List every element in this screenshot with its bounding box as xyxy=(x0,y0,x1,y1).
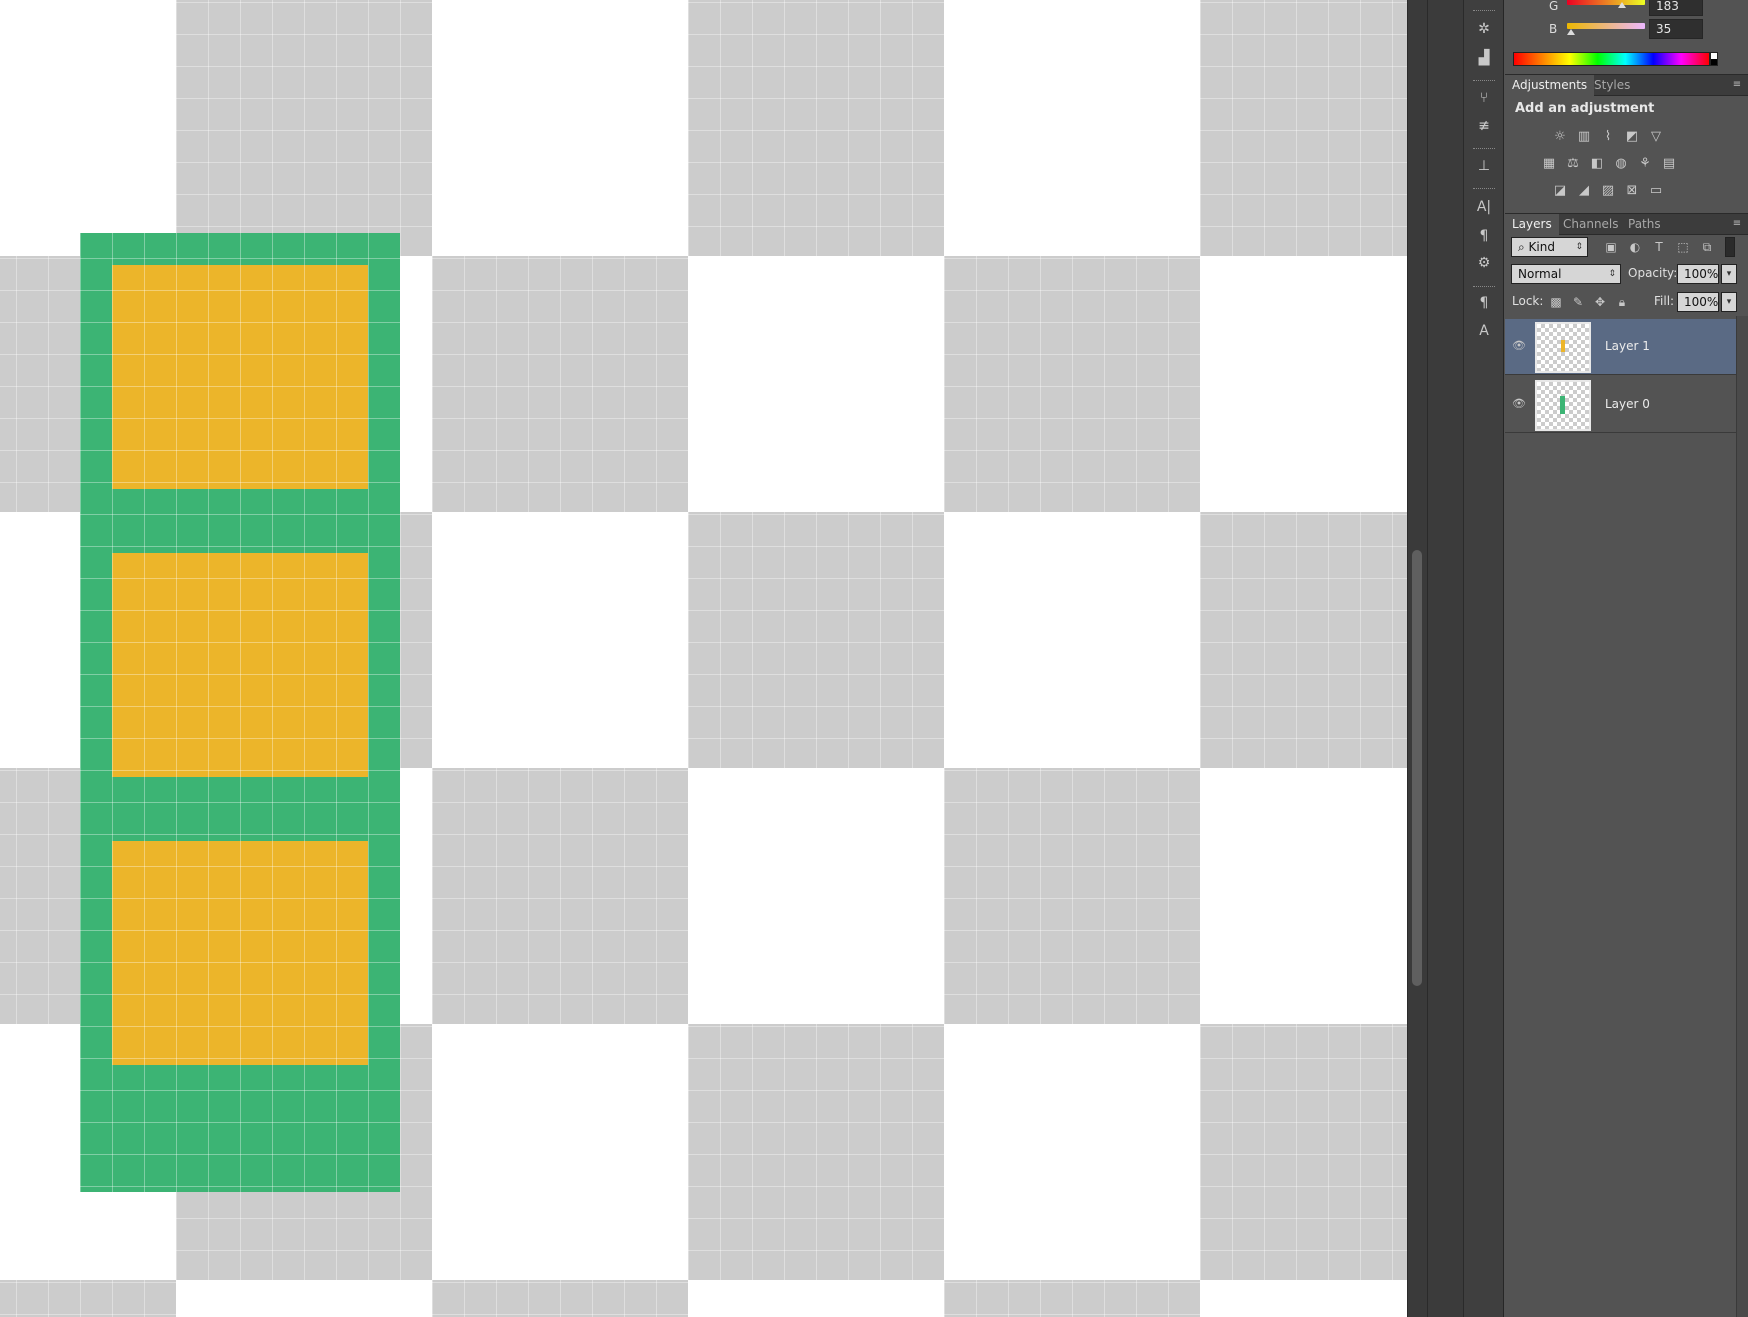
filter-type-layers-icon[interactable]: T xyxy=(1651,239,1667,255)
histogram-icon[interactable]: ▟ xyxy=(1472,47,1496,69)
navigator-icon[interactable]: ✲ xyxy=(1472,18,1496,40)
lock-label: Lock: xyxy=(1512,294,1544,308)
color-g-label: G xyxy=(1549,0,1559,13)
gradient-map-icon[interactable]: ▭ xyxy=(1647,182,1665,200)
layer-1-thumb-content xyxy=(1561,340,1565,352)
lock-image-pixels-icon[interactable]: ✎ xyxy=(1570,294,1586,310)
layer-name[interactable]: Layer 1 xyxy=(1605,339,1650,353)
canvas-scroll-thumb[interactable] xyxy=(1412,550,1422,986)
invert-icon[interactable]: ◪ xyxy=(1551,182,1569,200)
iconbar-grip[interactable] xyxy=(1473,80,1495,83)
layers-tabbar: Layers Channels Paths ≡ xyxy=(1505,213,1748,235)
lock-transparent-pixels-icon[interactable]: ▩ xyxy=(1548,294,1564,310)
opacity-field[interactable]: 100% xyxy=(1677,264,1719,284)
tab-adjustments[interactable]: Adjustments xyxy=(1505,75,1595,96)
opacity-label: Opacity: xyxy=(1628,266,1678,280)
yellow-block-middle xyxy=(112,553,368,777)
layer-filter-kind-select[interactable]: ⌕ Kind ⇕ xyxy=(1511,237,1588,257)
right-panel-dock: G 183 B 35 Adjustments Styles ≡ Add an a… xyxy=(1505,0,1748,1317)
visibility-eye-icon[interactable]: 👁︎ xyxy=(1511,397,1527,411)
fill-dropdown-button[interactable]: ▾ xyxy=(1721,292,1737,312)
curves-icon[interactable]: ⌇ xyxy=(1599,128,1617,146)
fill-label: Fill: xyxy=(1654,294,1675,308)
blend-mode-value: Normal xyxy=(1518,267,1562,281)
color-g-slider[interactable] xyxy=(1567,0,1645,5)
vibrance-icon[interactable]: ▽ xyxy=(1647,128,1665,146)
layer-thumbnail xyxy=(1535,322,1591,373)
color-b-slider-thumb[interactable] xyxy=(1567,29,1575,35)
canvas-vertical-scrollbar[interactable] xyxy=(1407,0,1427,1317)
color-spectrum-ramp[interactable] xyxy=(1513,52,1710,66)
color-lookup-icon[interactable]: ▤ xyxy=(1660,155,1678,173)
yellow-block-top xyxy=(112,265,368,489)
selective-color-icon[interactable]: ⊠ xyxy=(1623,182,1641,200)
paragraph-icon[interactable]: ¶ xyxy=(1472,225,1496,247)
blend-mode-select[interactable]: Normal ⇕ xyxy=(1511,264,1621,284)
lock-position-icon[interactable]: ✥ xyxy=(1592,294,1608,310)
iconbar-grip[interactable] xyxy=(1473,148,1495,151)
filter-pixel-layers-icon[interactable]: ▣ xyxy=(1603,239,1619,255)
stepper-arrows-icon: ⇕ xyxy=(1575,242,1583,252)
iconbar-grip[interactable] xyxy=(1473,286,1495,289)
clone-source-icon[interactable]: ⊥ xyxy=(1472,155,1496,177)
color-black-white-ramp[interactable] xyxy=(1710,52,1718,66)
posterize-icon[interactable]: ◢ xyxy=(1575,182,1593,200)
layers-panel-scrollbar[interactable] xyxy=(1736,316,1748,1317)
channel-mixer-icon[interactable]: ⚘ xyxy=(1636,155,1654,173)
levels-icon[interactable]: ▥ xyxy=(1575,128,1593,146)
color-g-field[interactable]: 183 xyxy=(1649,0,1703,16)
search-icon: ⌕ xyxy=(1518,240,1529,254)
color-b-label: B xyxy=(1549,22,1558,36)
document-canvas[interactable] xyxy=(0,0,1407,1317)
filter-kind-value: Kind xyxy=(1528,240,1555,254)
photo-filter-icon[interactable]: ◍ xyxy=(1612,155,1630,173)
layer-row-layer-1[interactable]: 👁︎ Layer 1 xyxy=(1505,319,1736,375)
brushes-icon[interactable]: ⑂ xyxy=(1472,87,1496,109)
character-icon[interactable]: A| xyxy=(1472,196,1496,218)
layer-thumbnail xyxy=(1535,380,1591,431)
adjustments-tabbar: Adjustments Styles ≡ xyxy=(1505,74,1748,96)
yellow-block-bottom xyxy=(112,841,368,1065)
threshold-icon[interactable]: ▨ xyxy=(1599,182,1617,200)
filter-smart-objects-icon[interactable]: ⧉ xyxy=(1699,239,1715,255)
panel-dock-gutter xyxy=(1427,0,1464,1317)
tab-layers[interactable]: Layers xyxy=(1505,214,1559,235)
layer-row-layer-0[interactable]: 👁︎ Layer 0 xyxy=(1505,377,1736,433)
panel-menu-icon[interactable]: ≡ xyxy=(1730,79,1744,91)
stepper-arrows-icon: ⇕ xyxy=(1608,269,1616,279)
layer-0-thumb-content xyxy=(1560,396,1565,414)
character-styles-icon[interactable]: A xyxy=(1472,320,1496,342)
black-white-icon[interactable]: ◧ xyxy=(1588,155,1606,173)
color-g-slider-thumb[interactable] xyxy=(1618,2,1626,8)
iconbar-grip[interactable] xyxy=(1473,188,1495,191)
brush-presets-icon[interactable]: ≢ xyxy=(1472,115,1496,137)
tool-presets-icon[interactable]: ⚙ xyxy=(1472,252,1496,274)
brightness-contrast-icon[interactable]: ☼ xyxy=(1551,128,1569,146)
adjustments-heading: Add an adjustment xyxy=(1515,101,1655,116)
tab-paths[interactable]: Paths xyxy=(1621,214,1668,235)
layer-name[interactable]: Layer 0 xyxy=(1605,397,1650,411)
hue-saturation-icon[interactable]: ▦ xyxy=(1540,155,1558,173)
lock-all-icon[interactable]: 🔒︎ xyxy=(1614,294,1630,310)
filter-toggle-switch[interactable] xyxy=(1725,237,1735,257)
layers-panel-menu-icon[interactable]: ≡ xyxy=(1730,218,1744,230)
filter-adjustment-layers-icon[interactable]: ◐ xyxy=(1627,239,1643,255)
tab-channels[interactable]: Channels xyxy=(1556,214,1626,235)
filter-shape-layers-icon[interactable]: ⬚ xyxy=(1675,239,1691,255)
fill-field[interactable]: 100% xyxy=(1677,292,1719,312)
color-balance-icon[interactable]: ⚖ xyxy=(1564,155,1582,173)
iconbar-grip[interactable] xyxy=(1473,10,1495,13)
visibility-eye-icon[interactable]: 👁︎ xyxy=(1511,339,1527,353)
exposure-icon[interactable]: ◩ xyxy=(1623,128,1641,146)
color-b-slider[interactable] xyxy=(1567,23,1645,29)
color-b-field[interactable]: 35 xyxy=(1649,19,1703,39)
collapsed-panel-iconbar: ✲ ▟ ⑂ ≢ ⊥ A| ¶ ⚙ ¶ A xyxy=(1464,0,1504,1317)
paragraph-styles-icon[interactable]: ¶ xyxy=(1472,292,1496,314)
tab-styles[interactable]: Styles xyxy=(1587,75,1637,96)
opacity-dropdown-button[interactable]: ▾ xyxy=(1721,264,1737,284)
